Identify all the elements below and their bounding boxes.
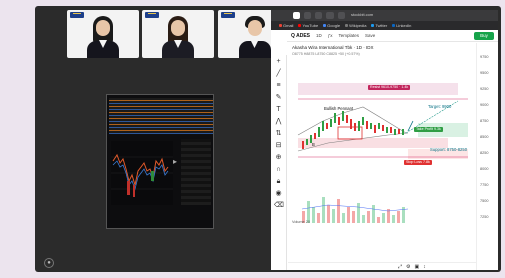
text-icon[interactable]: T: [274, 105, 283, 114]
price-tick: 8250: [480, 151, 489, 155]
price-axis[interactable]: 9750 9500 9250 9000 8750 8500 8250 8000 …: [476, 43, 498, 270]
bookmarks-bar: Gmail YouTube Google Wikipedia Twitter L…: [271, 21, 498, 30]
fib-icon[interactable]: ≡: [274, 81, 283, 90]
templates-button[interactable]: Templates: [339, 33, 360, 38]
university-logo: [221, 12, 235, 18]
price-tick: 9000: [480, 103, 489, 107]
ruler-icon[interactable]: ⊟: [274, 141, 283, 150]
price-tick: 8750: [480, 119, 489, 123]
eye-icon[interactable]: ◉: [274, 189, 283, 198]
microphone-icon[interactable]: ●: [44, 258, 54, 268]
browser-tab[interactable]: [293, 12, 301, 19]
buy-button[interactable]: Buy: [474, 32, 494, 40]
university-logo: [145, 12, 159, 18]
log-scale-icon[interactable]: ↕: [423, 264, 426, 270]
save-button[interactable]: Save: [365, 33, 375, 38]
browser-tabbar: [271, 10, 498, 21]
chart-bottom-toolbar: ⤢ ⚙ ▣ ↕: [288, 262, 476, 270]
bookmark-linkedin[interactable]: LinkedIn: [392, 23, 411, 28]
browser-tab[interactable]: [326, 12, 334, 19]
browser-window: stockbit.com Gmail YouTube Google Wikipe…: [271, 10, 498, 270]
participant-video: [238, 14, 272, 58]
b-marker-label: B: [312, 142, 315, 147]
price-tick: 8000: [480, 167, 489, 171]
crosshair-icon[interactable]: +: [274, 57, 283, 66]
terminal-sidepanel: [181, 139, 211, 205]
resistance-label: Resist 9610-9750 · 1.4k: [368, 85, 411, 90]
browser-tab[interactable]: [315, 12, 323, 19]
shared-screen-thumbnail[interactable]: ▸: [106, 94, 214, 229]
stop-loss-label: Stop Loss 7.8k: [404, 160, 432, 165]
participant-tile-2[interactable]: [142, 10, 214, 58]
participant-video: [86, 14, 120, 58]
price-tick: 9750: [480, 55, 489, 59]
bookmark-wikipedia[interactable]: Wikipedia: [345, 23, 366, 28]
terminal-header: [109, 98, 213, 134]
zoom-icon[interactable]: ⊕: [274, 153, 283, 162]
volume-legend: Volume 20: [292, 220, 310, 224]
support-label: Support: 8750-8250: [430, 147, 468, 152]
trendline-icon[interactable]: ╱: [274, 69, 283, 78]
volume-bars: [301, 197, 409, 223]
bookmark-youtube[interactable]: YouTube: [298, 23, 318, 28]
browser-tab[interactable]: [304, 12, 312, 19]
terminal-chart: [111, 141, 173, 205]
settings-icon[interactable]: ⚙: [406, 264, 410, 270]
university-logo: [70, 12, 84, 18]
pattern-icon[interactable]: ⋀: [274, 117, 283, 126]
browser-tab[interactable]: [337, 12, 345, 19]
chart-legend: Akasha Wira International Tbk · 1D · IDX…: [292, 45, 373, 57]
address-bar[interactable]: stockbit.com: [351, 12, 373, 17]
meeting-window: ▸ stockbit.com Gmail YouTube Google Wiki…: [35, 6, 501, 272]
brush-icon[interactable]: ✎: [274, 93, 283, 102]
arrow-right-icon: ▸: [173, 157, 178, 166]
target-label: Target: 9900: [428, 104, 452, 109]
price-tick: 7250: [480, 215, 489, 219]
legend-ohlc: O8775 H8875 L8750 C8825 +50 (+0.57%): [292, 52, 360, 56]
interval-button[interactable]: 1D: [316, 33, 322, 38]
bookmark-twitter[interactable]: Twitter: [371, 23, 387, 28]
price-tick: 9500: [480, 71, 489, 75]
participant-tile-1[interactable]: [67, 10, 139, 58]
price-tick: 7500: [480, 199, 489, 203]
magnet-icon[interactable]: ∩: [274, 165, 283, 174]
trash-icon[interactable]: ⌫: [274, 201, 284, 210]
price-chart[interactable]: Akasha Wira International Tbk · 1D · IDX…: [288, 43, 476, 270]
fullscreen-icon[interactable]: ⤢: [398, 264, 402, 270]
price-tick: 9250: [480, 87, 489, 91]
bookmark-gmail[interactable]: Gmail: [279, 23, 293, 28]
indicators-button[interactable]: ƒx: [328, 33, 333, 38]
participant-video: [161, 14, 195, 58]
price-tick: 8500: [480, 135, 489, 139]
take-profit-label: Take Profit 9.3k: [414, 127, 443, 132]
lock-icon[interactable]: 🔒︎: [274, 177, 283, 186]
bullish-pennant-label: Bullish Pennant: [324, 106, 354, 111]
price-tick: 7750: [480, 183, 489, 187]
chart-header-toolbar: Q ADES 1D ƒx Templates Save Buy: [287, 30, 498, 42]
prediction-icon[interactable]: ⇅: [274, 129, 283, 138]
bookmark-google[interactable]: Google: [323, 23, 340, 28]
drawing-toolbar: + ╱ ≡ ✎ T ⋀ ⇅ ⊟ ⊕ ∩ 🔒︎ ◉ ⌫: [271, 55, 287, 270]
camera-icon[interactable]: ▣: [415, 264, 420, 270]
symbol-search[interactable]: Q ADES: [291, 33, 310, 39]
